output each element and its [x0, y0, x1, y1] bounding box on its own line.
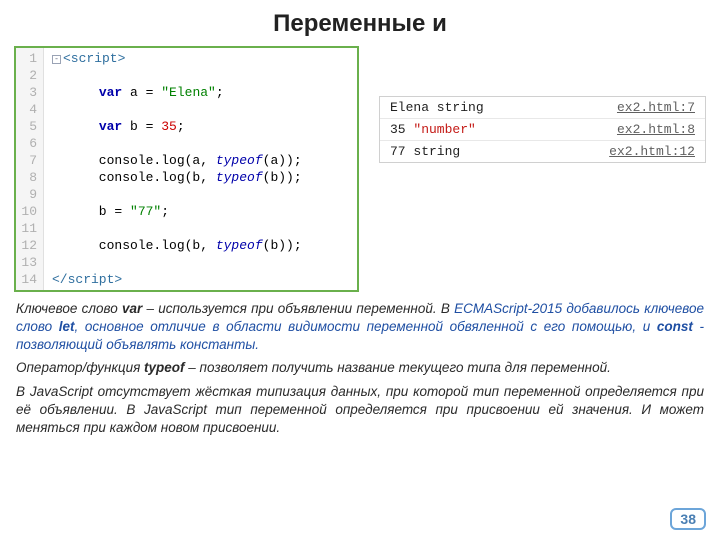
console-row: 77 string ex2.html:12	[380, 141, 705, 162]
line-number: 11	[20, 220, 37, 237]
top-row: 1234567891011121314 -<script> var a = "E…	[0, 46, 720, 292]
para-typing: В JavaScript отсутствует жёсткая типизац…	[16, 383, 704, 438]
para-typeof: Оператор/функция typeof – позволяет полу…	[16, 359, 704, 377]
code-editor: 1234567891011121314 -<script> var a = "E…	[14, 46, 359, 292]
page-title: Переменные и	[0, 0, 720, 46]
code-line: </script>	[52, 271, 302, 288]
console-panel: Elena string ex2.html:7 35 "number" ex2.htm…	[379, 96, 706, 163]
console-source-link[interactable]: ex2.html:8	[617, 122, 695, 137]
code-line	[52, 220, 302, 237]
code-line	[52, 67, 302, 84]
line-number: 5	[20, 118, 37, 135]
code-line: console.log(a, typeof(a));	[52, 152, 302, 169]
console-row: 35 "number" ex2.html:8	[380, 119, 705, 141]
line-number: 4	[20, 101, 37, 118]
line-gutter: 1234567891011121314	[16, 48, 44, 290]
console-source-link[interactable]: ex2.html:12	[609, 144, 695, 159]
line-number: 14	[20, 271, 37, 288]
console-source-link[interactable]: ex2.html:7	[617, 100, 695, 115]
console-output: 77 string	[390, 144, 460, 159]
code-line: -<script>	[52, 50, 302, 67]
line-number: 8	[20, 169, 37, 186]
console-row: Elena string ex2.html:7	[380, 97, 705, 119]
code-line: var b = 35;	[52, 118, 302, 135]
line-number: 12	[20, 237, 37, 254]
code-line: console.log(b, typeof(b));	[52, 237, 302, 254]
line-number: 6	[20, 135, 37, 152]
line-number: 7	[20, 152, 37, 169]
code-line	[52, 254, 302, 271]
code-line	[52, 186, 302, 203]
para-var: Ключевое слово var – используется при об…	[16, 300, 704, 355]
line-number: 9	[20, 186, 37, 203]
code-line	[52, 101, 302, 118]
console-output: Elena string	[390, 100, 484, 115]
code-line: b = "77";	[52, 203, 302, 220]
code-line: var a = "Elena";	[52, 84, 302, 101]
line-number: 1	[20, 50, 37, 67]
page-number: 38	[670, 508, 706, 530]
line-number: 3	[20, 84, 37, 101]
console-output: 35 "number"	[390, 122, 476, 137]
description: Ключевое слово var – используется при об…	[0, 292, 720, 438]
code-line: console.log(b, typeof(b));	[52, 169, 302, 186]
code-line	[52, 135, 302, 152]
line-number: 10	[20, 203, 37, 220]
code-body: -<script> var a = "Elena"; var b = 35; c…	[44, 48, 310, 290]
line-number: 13	[20, 254, 37, 271]
line-number: 2	[20, 67, 37, 84]
